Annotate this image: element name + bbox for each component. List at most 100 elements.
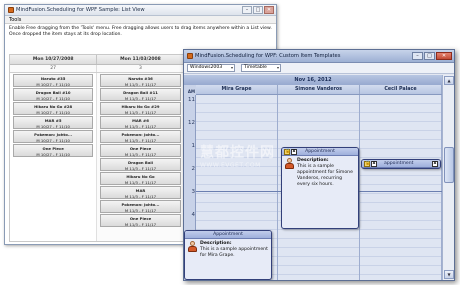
- minimize-button[interactable]: –: [242, 6, 252, 14]
- list-item-time: M 10/27 - F 11/10: [36, 137, 70, 143]
- list-item[interactable]: Dragon Ball M 11/3 - F 11/17: [100, 158, 181, 171]
- appointment-title: appointment: [384, 161, 414, 166]
- window-title: MindFusion.Scheduling for WPF Sample: Li…: [16, 7, 145, 13]
- list-item-title: Pokemon: Johto...: [121, 202, 160, 207]
- scroll-up-icon[interactable]: ▲: [444, 76, 454, 85]
- list-item[interactable]: Hikaru No Go #28 M 10/27 - F 11/10: [13, 102, 94, 115]
- list-item-title: Pokemon: Johto...: [34, 132, 73, 137]
- list-item-time: M 11/3 - F 11/17: [124, 137, 157, 143]
- list-item-title: One Piece: [129, 146, 152, 151]
- list-item-title: MAR #5: [44, 118, 62, 123]
- list-item[interactable]: One Piece M 11/3 - F 11/17: [100, 144, 181, 157]
- list-item[interactable]: Dragon Ball #11 M 11/3 - F 11/17: [100, 88, 181, 101]
- appointment-header: 🔒 x appointment x: [362, 160, 440, 168]
- list-item-title: MAR: [135, 188, 146, 193]
- list-item[interactable]: Naruto #36 M 11/3 - F 11/17: [100, 74, 181, 87]
- watermark-sub: WWW.EVGET.COM: [200, 162, 261, 169]
- theme-select[interactable]: Windows2003 ▾: [187, 64, 235, 72]
- list-item-title: One Piece: [42, 146, 64, 151]
- custom-templates-title-bar[interactable]: MindFusion.Scheduling for WPF: Custom It…: [184, 50, 454, 63]
- list-column: Naruto #36 M 11/3 - F 11/17 Dragon Ball #1…: [97, 73, 185, 241]
- resource-header-row: Mira Grape Simone Vanderos Cecil Palace: [196, 85, 442, 95]
- list-item-time: M 10/27 - F 11/10: [36, 151, 70, 157]
- list-item-title: Naruto #35: [40, 76, 66, 81]
- window-title: MindFusion.Scheduling for WPF: Custom It…: [195, 53, 341, 59]
- hour-label: 12: [188, 120, 195, 126]
- list-item-time: M 10/27 - F 11/10: [36, 123, 70, 129]
- hour-label: 4: [191, 212, 196, 218]
- person-icon: [187, 241, 197, 253]
- resource-column-cecil[interactable]: [360, 95, 442, 280]
- week-header: Mon 10/27/2008: [10, 55, 98, 64]
- list-item[interactable]: One Piece M 10/27 - F 11/10: [13, 144, 94, 157]
- app-icon: [187, 53, 193, 59]
- list-item-time: M 11/3 - F 11/17: [124, 81, 157, 87]
- list-item-title: Hikaru No Go: [126, 174, 155, 179]
- appointment-description: This is a sample appointment for Mira Gr…: [200, 247, 268, 258]
- list-item[interactable]: MAR #6 M 11/3 - F 11/17: [100, 116, 181, 129]
- list-item-title: One Piece: [129, 216, 152, 221]
- appointment-header: Appointment: [185, 231, 271, 239]
- toolbar: Windows2003 ▾ Timetable ▾: [184, 63, 454, 74]
- date-header: Nov 16, 2012: [184, 75, 442, 85]
- list-item-time: M 10/27 - F 11/10: [36, 95, 70, 101]
- am-label: AM: [184, 85, 196, 95]
- list-item-time: M 10/27 - F 11/10: [36, 109, 70, 115]
- vertical-scrollbar[interactable]: ▲ ▼: [442, 75, 454, 280]
- menu-tools[interactable]: Tools: [5, 16, 276, 24]
- desktop: MindFusion.Scheduling for WPF Sample: Li…: [0, 0, 460, 285]
- day-number: 27: [10, 65, 98, 72]
- list-item-time: M 10/27 - F 11/10: [36, 81, 70, 87]
- hour-label: 11: [188, 97, 195, 103]
- hour-label: 3: [191, 189, 196, 195]
- list-item[interactable]: Pokemon: Johto... M 11/3 - F 11/17: [100, 130, 181, 143]
- close-icon[interactable]: x: [371, 161, 377, 167]
- list-view-title-bar[interactable]: MindFusion.Scheduling for WPF Sample: Li…: [5, 5, 276, 16]
- list-item-title: Hikaru No Go #29: [121, 104, 160, 109]
- list-item-time: M 11/3 - F 11/17: [124, 109, 157, 115]
- appointment-cecil[interactable]: 🔒 x appointment x: [361, 159, 441, 169]
- view-select-value: Timetable: [244, 65, 267, 70]
- list-item-time: M 11/3 - F 11/17: [124, 179, 157, 185]
- day-number: 3: [97, 65, 185, 72]
- list-item-time: M 11/3 - F 11/17: [124, 123, 157, 129]
- appointment-mira[interactable]: Appointment Description: This is a sampl…: [184, 230, 272, 280]
- list-item[interactable]: Dragon Ball #10 M 10/27 - F 11/10: [13, 88, 94, 101]
- hour-label: 1: [191, 143, 196, 149]
- list-item[interactable]: Pokemon: Johto... M 11/3 - F 11/17: [100, 200, 181, 213]
- minimize-button[interactable]: –: [412, 52, 423, 60]
- hour-label: 2: [191, 166, 196, 172]
- scroll-down-icon[interactable]: ▼: [444, 270, 454, 279]
- list-item[interactable]: One Piece M 11/3 - F 11/17: [100, 214, 181, 227]
- list-item-title: Dragon Ball #10: [35, 90, 71, 95]
- week-header: Mon 11/03/2008: [97, 55, 185, 64]
- list-item-title: Naruto #36: [128, 76, 153, 81]
- list-item-time: M 11/3 - F 11/17: [124, 151, 157, 157]
- scroll-thumb[interactable]: [444, 147, 454, 183]
- list-item-title: Dragon Ball: [127, 160, 153, 165]
- close-button[interactable]: ✕: [264, 6, 274, 14]
- view-select[interactable]: Timetable ▾: [241, 64, 281, 72]
- appointment-body: Description: This is a sample appointmen…: [185, 239, 271, 261]
- list-item[interactable]: Pokemon: Johto... M 10/27 - F 11/10: [13, 130, 94, 143]
- watermark-main: 慧都控件网: [200, 145, 275, 161]
- chevron-down-icon: ▾: [230, 65, 233, 70]
- list-item[interactable]: Hikaru No Go #29 M 11/3 - F 11/17: [100, 102, 181, 115]
- list-item[interactable]: Hikaru No Go M 11/3 - F 11/17: [100, 172, 181, 185]
- list-item[interactable]: MAR #5 M 10/27 - F 11/10: [13, 116, 94, 129]
- maximize-button[interactable]: □: [424, 52, 435, 60]
- list-item-time: M 11/3 - F 11/17: [124, 165, 157, 171]
- close-icon[interactable]: x: [432, 161, 438, 167]
- lock-icon[interactable]: 🔒: [364, 161, 371, 167]
- maximize-button[interactable]: □: [253, 6, 263, 14]
- list-item[interactable]: MAR M 11/3 - F 11/17: [100, 186, 181, 199]
- list-item-time: M 11/3 - F 11/17: [124, 95, 157, 101]
- list-item[interactable]: Naruto #35 M 10/27 - F 11/10: [13, 74, 94, 87]
- list-item-time: M 11/3 - F 11/17: [124, 221, 157, 227]
- close-button[interactable]: ✕: [436, 52, 452, 60]
- list-item-time: M 11/3 - F 11/17: [124, 207, 157, 213]
- list-item-title: Hikaru No Go #28: [34, 104, 73, 109]
- resource-header: Mira Grape: [196, 85, 278, 94]
- app-icon: [8, 7, 14, 13]
- resource-header: Cecil Palace: [360, 85, 442, 94]
